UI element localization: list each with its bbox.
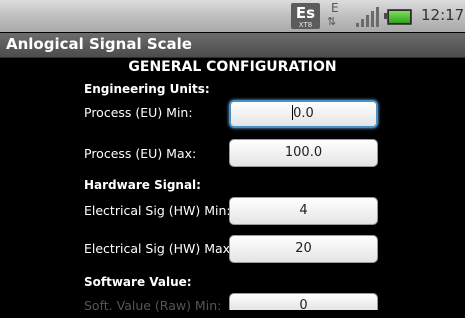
es-icon-text: Es [295,4,316,22]
battery-icon [384,9,412,25]
network-type: E [331,1,339,15]
process-min-value: 0.0 [292,102,314,126]
process-min-field[interactable]: 0.0 [229,100,378,128]
edge-data-icon: E ⇅ [327,1,345,29]
process-max-label: Process (EU) Max: [84,146,197,161]
hw-max-label: Electrical Sig (HW) Max: [84,241,235,256]
hardware-signal-label: Hardware Signal: [84,178,201,192]
status-clock: 12:17 [421,6,465,24]
es-icon-subtext: XT8 [298,21,313,29]
app-title-bar: Anlogical Signal Scale [0,33,465,58]
soft-min-field[interactable]: 0 [229,293,378,313]
es-app-icon: Es XT8 [291,3,320,29]
hw-min-field[interactable]: 4 [229,197,378,225]
signal-strength-icon [356,7,380,27]
engineering-units-label: Engineering Units: [84,82,210,96]
status-bar: Es XT8 E ⇅ 12:17 [0,0,465,32]
data-activity-icon: ⇅ [327,15,336,28]
process-max-field[interactable]: 100.0 [229,139,378,167]
process-min-label: Process (EU) Min: [84,105,193,120]
app-title: Anlogical Signal Scale [6,35,192,53]
section-heading: GENERAL CONFIGURATION [128,59,337,75]
soft-min-label: Soft. Value (Raw) Min: [84,298,222,313]
hw-min-label: Electrical Sig (HW) Min: [84,203,231,218]
hw-max-field[interactable]: 20 [229,235,378,263]
software-value-label: Software Value: [84,275,192,289]
